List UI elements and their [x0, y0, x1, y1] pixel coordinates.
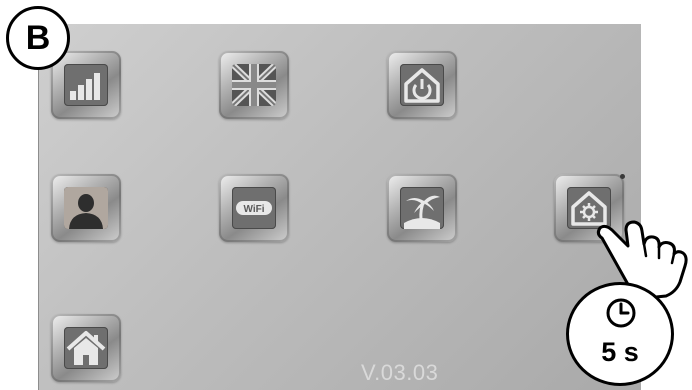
- wifi-button[interactable]: WiFi: [219, 174, 289, 242]
- home-power-icon: [404, 68, 440, 103]
- indicator-dot: [620, 174, 625, 179]
- language-button[interactable]: [219, 51, 289, 119]
- hold-duration-label: 5 s: [601, 337, 639, 367]
- user-button[interactable]: [51, 174, 121, 242]
- holiday-button[interactable]: [387, 174, 457, 242]
- signal-strength-button[interactable]: [51, 51, 121, 119]
- island-icon: [404, 195, 440, 229]
- step-label-badge: B: [6, 6, 70, 70]
- clock-icon: [606, 298, 636, 328]
- hold-duration-badge: 5 s: [566, 282, 674, 386]
- home-power-button[interactable]: [387, 51, 457, 119]
- wifi-icon-label: WiFi: [243, 204, 264, 215]
- home-button[interactable]: [51, 314, 121, 382]
- wifi-icon: WiFi: [236, 201, 272, 215]
- signal-bars-icon: [70, 73, 100, 100]
- firmware-version: V.03.03: [361, 360, 439, 385]
- home-icon: [66, 331, 106, 365]
- uk-flag-icon: [232, 64, 276, 106]
- user-icon: [64, 187, 108, 229]
- touch-screen: WiFi V.03.03: [38, 24, 641, 390]
